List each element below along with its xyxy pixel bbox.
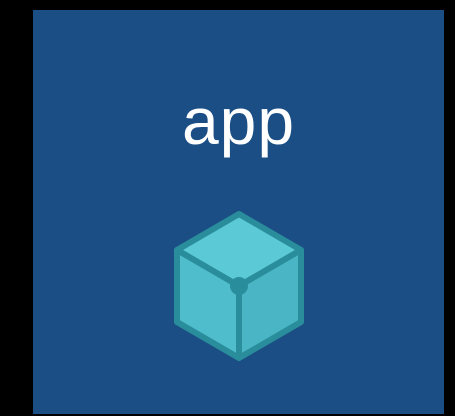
page: app [0,0,455,416]
cube-icon [174,211,304,361]
app-tile[interactable]: app [33,10,444,414]
tile-label: app [181,84,296,158]
cube-vertex-dot [230,277,248,295]
